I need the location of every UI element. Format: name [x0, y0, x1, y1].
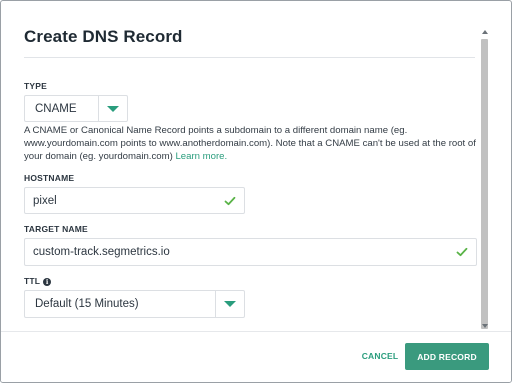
add-record-button[interactable]: ADD RECORD	[405, 343, 489, 370]
type-label: TYPE	[24, 81, 48, 91]
checkmark-icon	[456, 247, 468, 257]
caret-down-icon	[224, 301, 236, 307]
ttl-label: TTL	[24, 276, 41, 286]
target-name-value: custom-track.segmetrics.io	[33, 246, 170, 258]
learn-more-link[interactable]: Learn more.	[175, 151, 227, 162]
scroll-down-arrow-icon[interactable]	[482, 324, 488, 328]
target-name-label: TARGET NAME	[24, 224, 88, 234]
info-icon[interactable]: i	[43, 278, 52, 286]
type-dropdown-toggle[interactable]	[98, 96, 127, 121]
caret-down-icon	[107, 105, 119, 112]
hostname-value: pixel	[33, 194, 57, 207]
hostname-input[interactable]: pixel	[24, 187, 245, 214]
scroll-up-arrow-icon[interactable]	[482, 30, 488, 34]
checkmark-icon	[224, 196, 236, 205]
ttl-dropdown-toggle[interactable]	[215, 291, 244, 317]
type-help-description: A CNAME or Canonical Name Record points …	[24, 125, 476, 163]
dialog-title: Create DNS Record	[24, 27, 183, 46]
cancel-button[interactable]: CANCEL	[357, 343, 403, 369]
scrollbar[interactable]	[480, 26, 489, 330]
title-divider	[24, 57, 475, 58]
ttl-selected-value: Default (15 Minutes)	[35, 298, 139, 310]
type-selected-value: CNAME	[35, 102, 77, 115]
dns-record-dialog: Create DNS Record TYPE CNAME A CNAME or …	[0, 0, 512, 383]
scrollbar-thumb[interactable]	[481, 39, 488, 329]
ttl-label-row: TTL i	[24, 276, 52, 286]
type-help-text: A CNAME or Canonical Name Record points …	[24, 124, 476, 164]
hostname-label: HOSTNAME	[24, 173, 75, 183]
type-select[interactable]: CNAME	[24, 95, 128, 122]
ttl-select[interactable]: Default (15 Minutes)	[24, 290, 245, 318]
target-name-input[interactable]: custom-track.segmetrics.io	[24, 238, 477, 266]
